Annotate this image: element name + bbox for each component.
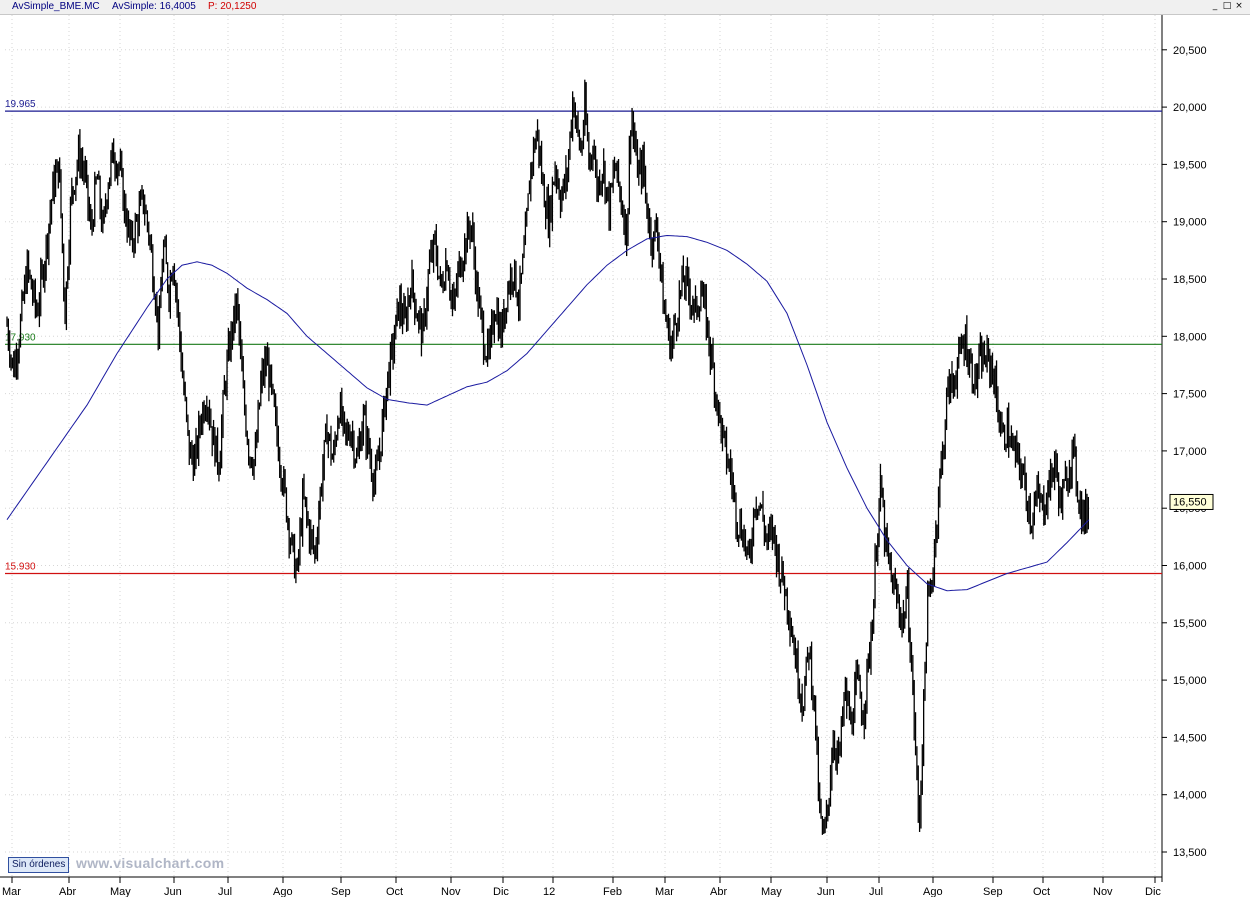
y-tick-label: 18,000 [1173,331,1207,343]
indicator-value-label: AvSimple: 16,4005 [112,1,196,12]
x-tick-label: 12 [543,886,555,897]
maximize-button[interactable]: □ [1222,1,1232,11]
y-tick-label: 19,500 [1173,159,1207,171]
x-tick-label: Jul [869,886,883,897]
x-tick-label: Nov [1093,886,1113,897]
y-tick-label: 14,000 [1173,790,1207,802]
symbol-label: AvSimple_BME.MC [12,1,100,12]
x-tick-label: Ago [273,886,293,897]
x-tick-label: Abr [710,886,727,897]
x-tick-label: Jun [817,886,835,897]
y-axis: 13,500 14,000 14,500 15,000 15,500 16,000 16,5… [1162,45,1207,859]
last-price-marker: 16,550 [1169,493,1214,510]
price-bars [6,79,1089,835]
y-tick-label: 15,000 [1173,675,1207,687]
price-label: P: 20,1250 [208,1,257,12]
x-tick-label: Nov [441,886,461,897]
minimize-button[interactable]: _ [1210,1,1220,11]
x-tick-label: Feb [603,886,622,897]
y-tick-label: 17,500 [1173,389,1207,401]
x-tick-label: Sep [983,886,1003,897]
x-tick-label: May [110,886,131,897]
y-tick-label: 19,000 [1173,217,1207,229]
last-price-label: 16,550 [1173,496,1207,508]
x-tick-label: Oct [1033,886,1050,897]
y-tick-label: 15,500 [1173,618,1207,630]
window-controls: _ □ × [1210,1,1244,11]
y-tick-label: 18,500 [1173,274,1207,286]
close-button[interactable]: × [1234,1,1244,11]
x-tick-label: Oct [386,886,403,897]
y-tick-label: 20,500 [1173,45,1207,57]
y-tick-label: 20,000 [1173,102,1207,114]
x-tick-label: Ago [923,886,943,897]
x-tick-label: Sep [331,886,351,897]
y-tick-label: 14,500 [1173,732,1207,744]
horizontal-levels: 19.96517.93015.930 [5,99,1162,575]
x-axis: Mar Abr May Jun Jul Ago Sep Oct Nov Dic 12 Feb Mar Ab… [2,877,1161,897]
x-tick-label: May [761,886,782,897]
x-tick-label: Abr [59,886,76,897]
level-label: 19.965 [5,99,36,110]
x-tick-label: Dic [493,886,509,897]
x-tick-label: Dic [1145,886,1161,897]
y-tick-label: 17,000 [1173,446,1207,458]
x-tick-label: Jul [218,886,232,897]
y-tick-label: 16,000 [1173,561,1207,573]
level-label: 15.930 [5,562,36,573]
x-tick-label: Mar [655,886,674,897]
watermark: www.visualchart.com [76,855,225,871]
chart-window-titlebar: AvSimple_BME.MC AvSimple: 16,4005 P: 20,… [0,0,1250,15]
y-tick-label: 13,500 [1173,847,1207,859]
x-tick-label: Jun [164,886,182,897]
price-chart[interactable]: 19.96517.93015.930 13,500 14,000 14,500 15,… [0,15,1250,897]
x-tick-label: Mar [2,886,21,897]
orders-badge[interactable]: Sin órdenes [8,857,70,873]
